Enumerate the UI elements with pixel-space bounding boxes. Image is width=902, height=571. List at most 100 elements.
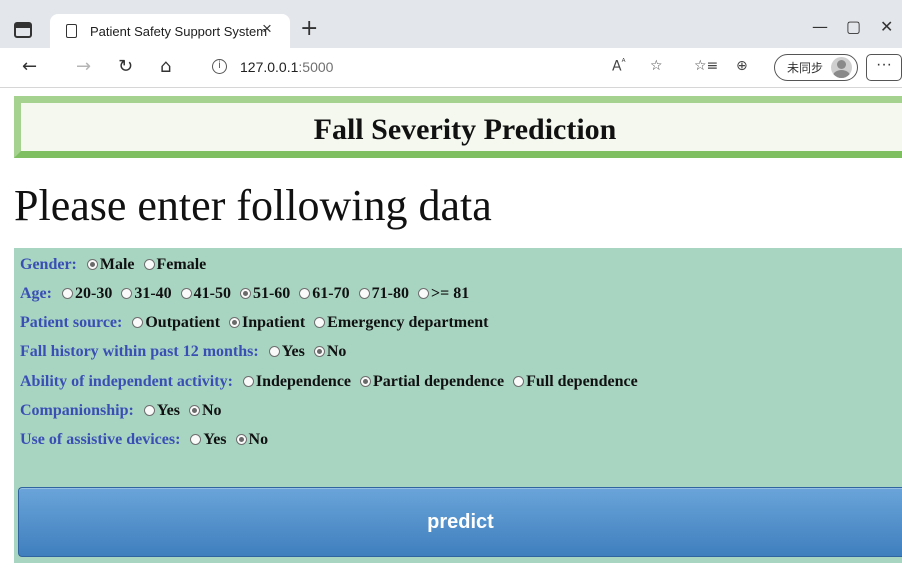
radio-icon[interactable] bbox=[242, 376, 254, 387]
radio-icon[interactable] bbox=[358, 288, 370, 299]
patient-source-label: Patient source: bbox=[20, 314, 123, 331]
radio-icon[interactable] bbox=[314, 317, 326, 328]
address-bar: ← → ↻ ⌂ i 127.0.0.1:5000 Aᴬ ☆ ☆≡ ⊕ 未同步 ·… bbox=[0, 48, 902, 88]
option-label: Inpatient bbox=[242, 314, 306, 331]
fall-history-option-yes[interactable]: Yes bbox=[268, 341, 305, 363]
collections-icon[interactable]: ⊕ bbox=[736, 58, 748, 74]
profile-sync-label: 未同步 bbox=[787, 61, 824, 75]
age-option-20-30[interactable]: 20-30 bbox=[61, 283, 113, 305]
activity-option-partial-dependence[interactable]: Partial dependence bbox=[360, 371, 504, 393]
independent-activity-label: Ability of independent activity: bbox=[20, 373, 233, 390]
option-label: Partial dependence bbox=[373, 373, 505, 390]
radio-icon[interactable] bbox=[180, 288, 192, 299]
activity-option-full-dependence[interactable]: Full dependence bbox=[513, 371, 638, 393]
patient-source-option-inpatient[interactable]: Inpatient bbox=[229, 312, 305, 334]
back-icon[interactable]: ← bbox=[22, 56, 37, 77]
tab-close-icon[interactable]: × bbox=[262, 19, 272, 39]
gender-row: Gender: Male Female bbox=[20, 254, 211, 276]
age-label: Age: bbox=[20, 285, 52, 302]
radio-checked-icon[interactable] bbox=[313, 346, 325, 357]
radio-checked-icon[interactable] bbox=[360, 376, 372, 387]
maximize-icon[interactable]: ▢ bbox=[846, 17, 861, 36]
assistive-devices-row: Use of assistive devices: Yes No bbox=[20, 429, 273, 451]
more-menu-icon[interactable]: ··· bbox=[866, 54, 902, 81]
activity-option-independence[interactable]: Independence bbox=[242, 371, 352, 393]
companionship-option-yes[interactable]: Yes bbox=[143, 400, 180, 422]
radio-checked-icon[interactable] bbox=[239, 288, 251, 299]
page-title: Fall Severity Prediction bbox=[313, 113, 617, 146]
avatar-icon bbox=[831, 57, 852, 78]
radio-checked-icon[interactable] bbox=[235, 434, 247, 445]
favorite-add-icon[interactable]: ☆ bbox=[650, 58, 663, 74]
gender-label: Gender: bbox=[20, 256, 77, 273]
option-label: Emergency department bbox=[327, 314, 489, 331]
patient-source-option-outpatient[interactable]: Outpatient bbox=[132, 312, 220, 334]
option-label: Yes bbox=[156, 402, 180, 419]
option-label: Outpatient bbox=[145, 314, 221, 331]
site-info-icon[interactable]: i bbox=[212, 59, 227, 74]
url-field[interactable]: 127.0.0.1:5000 bbox=[240, 59, 333, 75]
gender-option-male[interactable]: Male bbox=[86, 254, 135, 276]
assistive-devices-label: Use of assistive devices: bbox=[20, 431, 181, 448]
radio-checked-icon[interactable] bbox=[229, 317, 241, 328]
new-tab-button[interactable]: + bbox=[300, 16, 318, 41]
refresh-icon[interactable]: ↻ bbox=[118, 56, 133, 77]
option-label: 51-60 bbox=[252, 285, 291, 302]
radio-icon[interactable] bbox=[143, 405, 155, 416]
page-header: Fall Severity Prediction bbox=[14, 96, 902, 158]
close-window-icon[interactable]: ✕ bbox=[880, 17, 893, 36]
radio-checked-icon[interactable] bbox=[188, 405, 200, 416]
radio-checked-icon[interactable] bbox=[86, 259, 98, 270]
option-label: 20-30 bbox=[74, 285, 113, 302]
gender-option-female[interactable]: Female bbox=[143, 254, 207, 276]
radio-icon[interactable] bbox=[121, 288, 133, 299]
page-content: Fall Severity Prediction Please enter fo… bbox=[0, 88, 902, 571]
tab-actions-icon[interactable] bbox=[14, 22, 32, 38]
favorites-icon[interactable]: ☆≡ bbox=[694, 58, 718, 74]
radio-icon[interactable] bbox=[143, 259, 155, 270]
home-icon[interactable]: ⌂ bbox=[160, 56, 171, 77]
option-label: 41-50 bbox=[193, 285, 231, 302]
option-label: >= 81 bbox=[430, 285, 470, 302]
age-option-51-60[interactable]: 51-60 bbox=[239, 283, 291, 305]
option-label: Yes bbox=[203, 431, 227, 448]
browser-tab-bar: Patient Safety Support System × + — ▢ ✕ bbox=[0, 0, 902, 48]
fall-history-label: Fall history within past 12 months: bbox=[20, 343, 259, 360]
assistive-devices-option-no[interactable]: No bbox=[235, 429, 269, 451]
url-host: 127.0.0.1 bbox=[240, 59, 299, 75]
read-aloud-icon[interactable]: Aᴬ bbox=[612, 58, 625, 75]
radio-icon[interactable] bbox=[268, 346, 280, 357]
browser-tab[interactable]: Patient Safety Support System × bbox=[50, 14, 290, 48]
option-label: Full dependence bbox=[526, 373, 638, 390]
option-label: Male bbox=[99, 256, 135, 273]
radio-icon[interactable] bbox=[513, 376, 525, 387]
age-option-31-40[interactable]: 31-40 bbox=[121, 283, 172, 305]
age-row: Age: 20-30 31-40 41-50 51-60 61-70 71-80… bbox=[20, 283, 474, 305]
radio-icon[interactable] bbox=[299, 288, 311, 299]
companionship-option-no[interactable]: No bbox=[188, 400, 222, 422]
radio-icon[interactable] bbox=[417, 288, 429, 299]
option-label: Female bbox=[156, 256, 207, 273]
assistive-devices-option-yes[interactable]: Yes bbox=[190, 429, 227, 451]
tab-title: Patient Safety Support System bbox=[90, 24, 268, 39]
option-label: No bbox=[248, 431, 269, 448]
minimize-icon[interactable]: — bbox=[812, 17, 828, 36]
companionship-row: Companionship: Yes No bbox=[20, 400, 227, 422]
age-option-81-plus[interactable]: >= 81 bbox=[417, 283, 470, 305]
radio-icon[interactable] bbox=[61, 288, 73, 299]
option-label: No bbox=[201, 402, 222, 419]
radio-icon[interactable] bbox=[132, 317, 144, 328]
independent-activity-row: Ability of independent activity: Indepen… bbox=[20, 371, 643, 393]
option-label: Yes bbox=[281, 343, 305, 360]
patient-source-option-emergency[interactable]: Emergency department bbox=[314, 312, 488, 334]
age-option-41-50[interactable]: 41-50 bbox=[180, 283, 231, 305]
profile-button[interactable]: 未同步 bbox=[774, 54, 858, 81]
predict-button[interactable]: predict bbox=[18, 487, 902, 557]
option-label: Independence bbox=[255, 373, 352, 390]
age-option-61-70[interactable]: 61-70 bbox=[299, 283, 350, 305]
option-label: 61-70 bbox=[312, 285, 350, 302]
fall-history-option-no[interactable]: No bbox=[313, 341, 346, 363]
age-option-71-80[interactable]: 71-80 bbox=[358, 283, 409, 305]
radio-icon[interactable] bbox=[190, 434, 202, 445]
page-icon bbox=[66, 24, 77, 38]
